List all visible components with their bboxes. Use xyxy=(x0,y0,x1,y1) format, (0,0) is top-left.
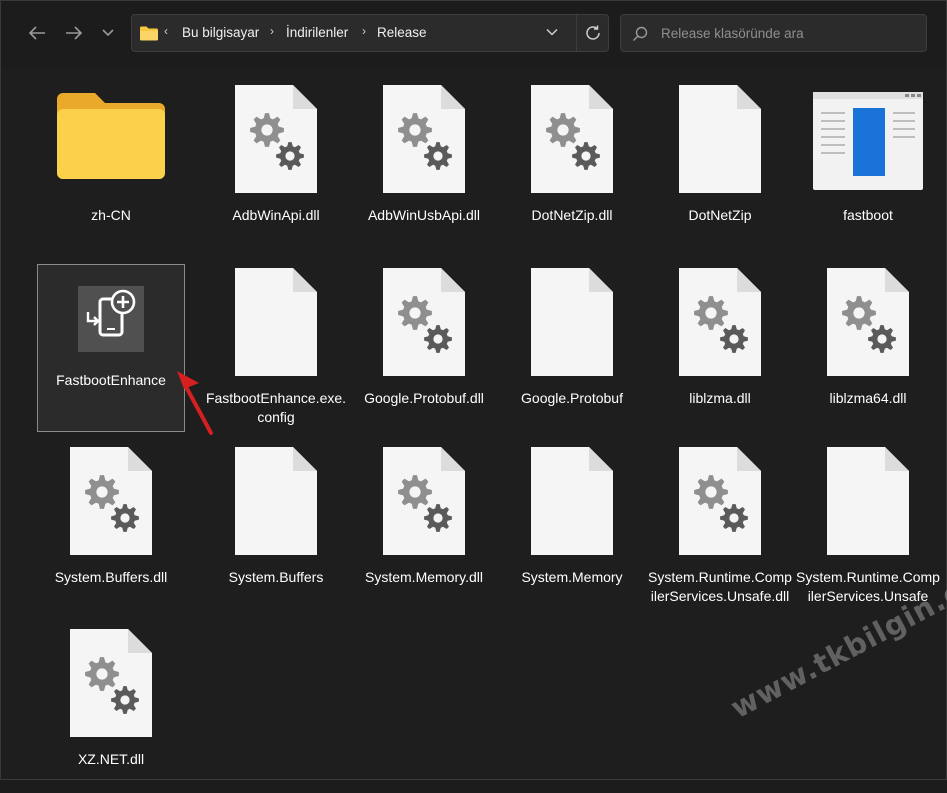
chevron-down-icon[interactable] xyxy=(545,25,559,39)
file-name: Google.Protobuf.dll xyxy=(364,390,484,406)
address-bar[interactable]: ‹ Bu bilgisayar › İndirilenler › Release xyxy=(131,14,609,52)
blank-file-icon xyxy=(498,268,646,376)
dll-icon xyxy=(646,268,794,376)
chevron-right-icon[interactable]: › xyxy=(270,24,274,38)
folder-icon xyxy=(37,91,185,181)
dll-icon xyxy=(498,85,646,193)
blank-file-icon xyxy=(498,447,646,555)
file-item[interactable]: liblzma64.dll xyxy=(794,264,942,432)
file-name: System.Memory xyxy=(521,569,623,585)
file-name: DotNetZip xyxy=(688,207,752,223)
arrow-left-icon xyxy=(28,26,45,40)
recent-locations-button[interactable] xyxy=(94,19,122,47)
file-item[interactable]: FastbootEnhance xyxy=(37,264,185,432)
chevron-right-icon[interactable]: ‹ xyxy=(164,24,168,38)
file-item[interactable]: System.Runtime.CompilerServices.Unsafe xyxy=(794,443,942,611)
breadcrumb-item[interactable]: Bu bilgisayar xyxy=(182,25,259,40)
file-name: FastbootEnhance.exe.config xyxy=(205,390,347,425)
dll-icon xyxy=(350,447,498,555)
file-item[interactable]: Google.Protobuf xyxy=(498,264,646,432)
dll-icon xyxy=(350,85,498,193)
chevron-down-icon xyxy=(102,29,114,37)
file-explorer-window: ‹ Bu bilgisayar › İndirilenler › Release… xyxy=(0,0,947,780)
dll-icon xyxy=(646,447,794,555)
blank-file-icon xyxy=(646,85,794,193)
file-item[interactable]: System.Runtime.CompilerServices.Unsafe.d… xyxy=(646,443,794,611)
file-name: Google.Protobuf xyxy=(521,390,623,406)
file-name: fastboot xyxy=(843,207,893,223)
dll-icon xyxy=(37,629,185,737)
file-item[interactable]: Google.Protobuf.dll xyxy=(350,264,498,432)
back-button[interactable] xyxy=(23,19,51,47)
file-name: System.Buffers.dll xyxy=(54,569,168,585)
fastbootenhance-app-icon xyxy=(38,286,184,352)
file-item[interactable]: AdbWinApi.dll xyxy=(202,81,350,249)
chevron-right-icon[interactable]: › xyxy=(362,24,366,38)
file-item[interactable]: DotNetZip xyxy=(646,81,794,249)
dll-icon xyxy=(794,268,942,376)
file-name: liblzma.dll xyxy=(689,390,751,406)
file-item[interactable]: FastbootEnhance.exe.config xyxy=(202,264,350,432)
refresh-button[interactable] xyxy=(576,15,609,51)
refresh-icon xyxy=(586,25,600,40)
file-name: System.Runtime.CompilerServices.Unsafe.d… xyxy=(648,569,792,604)
search-box[interactable] xyxy=(620,14,927,52)
file-item[interactable]: System.Memory.dll xyxy=(350,443,498,611)
blank-file-icon xyxy=(202,268,350,376)
file-item[interactable]: fastboot xyxy=(794,81,942,249)
file-name: AdbWinApi.dll xyxy=(232,207,320,223)
file-name: FastbootEnhance xyxy=(56,372,166,388)
toolbar: ‹ Bu bilgisayar › İndirilenler › Release xyxy=(1,1,946,67)
file-item[interactable]: System.Buffers xyxy=(202,443,350,611)
file-name: liblzma64.dll xyxy=(829,390,907,406)
file-name: zh-CN xyxy=(91,207,131,223)
file-name: AdbWinUsbApi.dll xyxy=(367,207,481,223)
file-name: System.Memory.dll xyxy=(365,569,483,585)
file-item[interactable]: AdbWinUsbApi.dll xyxy=(350,81,498,249)
file-item[interactable]: System.Memory xyxy=(498,443,646,611)
file-name: XZ.NET.dll xyxy=(77,751,145,767)
file-item[interactable]: DotNetZip.dll xyxy=(498,81,646,249)
breadcrumb-item[interactable]: Release xyxy=(377,25,427,40)
file-item[interactable]: liblzma.dll xyxy=(646,264,794,432)
app-window-icon xyxy=(794,92,942,190)
search-icon xyxy=(633,26,648,41)
folder-icon xyxy=(140,26,158,41)
blank-file-icon xyxy=(794,447,942,555)
dll-icon xyxy=(202,85,350,193)
blank-file-icon xyxy=(202,447,350,555)
breadcrumb-item[interactable]: İndirilenler xyxy=(286,25,348,40)
file-name: System.Buffers xyxy=(228,569,324,585)
search-input[interactable] xyxy=(661,17,916,49)
forward-button[interactable] xyxy=(60,19,88,47)
dll-icon xyxy=(37,447,185,555)
arrow-right-icon xyxy=(66,26,83,40)
file-item[interactable]: zh-CN xyxy=(37,81,185,249)
file-name: DotNetZip.dll xyxy=(531,207,613,223)
file-item[interactable]: XZ.NET.dll xyxy=(37,625,185,793)
dll-icon xyxy=(350,268,498,376)
annotation-arrow-icon xyxy=(177,371,213,435)
file-item[interactable]: System.Buffers.dll xyxy=(37,443,185,611)
